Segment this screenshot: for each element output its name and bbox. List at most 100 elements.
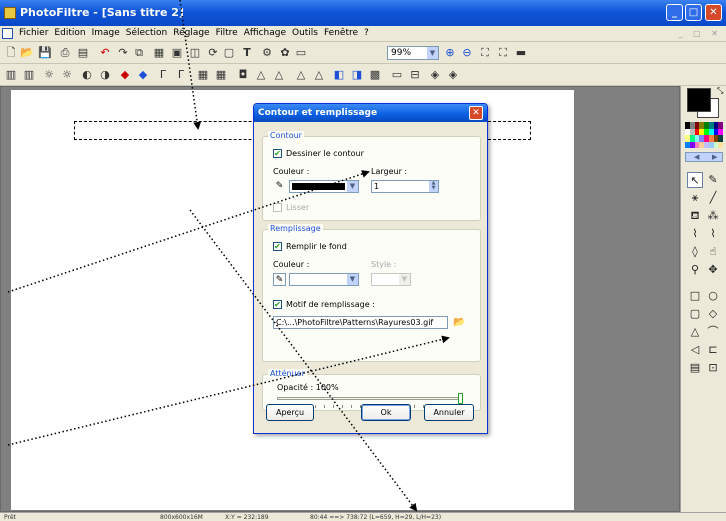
chevron-down-icon[interactable]: ▼	[427, 47, 438, 59]
ok-button[interactable]: Ok	[361, 404, 411, 421]
palette-swatch[interactable]	[718, 141, 723, 148]
contrast-plus-icon[interactable]: ◑	[98, 68, 112, 82]
gamma-minus-icon[interactable]: Γ	[156, 68, 170, 82]
contour-color-select[interactable]: ▼	[289, 180, 359, 193]
soften-icon[interactable]: △	[254, 68, 268, 82]
blur-drop-icon[interactable]: ◊	[687, 244, 703, 260]
color-picker-icon[interactable]: ✎	[705, 172, 721, 188]
plugin-icon[interactable]: ⚙	[260, 46, 274, 60]
dialog-close-button[interactable]: ✕	[469, 106, 483, 120]
eyedropper-icon[interactable]: ✎	[273, 180, 286, 193]
polygon-shape-icon[interactable]: ◁	[687, 342, 703, 358]
menu-edition[interactable]: Edition	[51, 28, 88, 38]
triangle-shape-icon[interactable]: △	[687, 324, 703, 340]
color-swatches[interactable]	[685, 122, 723, 148]
copy-icon[interactable]: ⧉	[132, 46, 146, 60]
fill-background-checkbox[interactable]: ✔	[273, 242, 282, 251]
advanced-brush-icon[interactable]: ⌇	[705, 226, 721, 242]
open-folder-icon[interactable]: 📂	[20, 46, 34, 60]
cancel-button[interactable]: Annuler	[424, 404, 474, 421]
pattern-path-input[interactable]: C:\...\PhotoFiltre\Patterns\Rayures03.gi…	[273, 316, 448, 329]
scan-icon[interactable]: ▤	[76, 46, 90, 60]
print-icon[interactable]: ⎙	[58, 46, 72, 60]
chevron-down-icon[interactable]: ▼	[347, 274, 358, 285]
chevron-down-icon[interactable]: ▼	[347, 181, 358, 192]
canvas-size-icon[interactable]: ◫	[188, 46, 202, 60]
rotate-90-icon[interactable]: ▩	[368, 68, 382, 82]
select-arrow-icon[interactable]: ↖	[687, 172, 703, 188]
fill-bucket-icon[interactable]: ⛾	[687, 208, 703, 224]
folder-open-icon[interactable]: 📂	[453, 316, 466, 329]
actual-size-icon[interactable]: ⛶	[496, 46, 510, 60]
brush-icon[interactable]: ⌇	[687, 226, 703, 242]
close-button[interactable]: ✕	[705, 4, 722, 21]
invert-selection-icon[interactable]: ⊡	[705, 360, 721, 376]
menu-fenetre[interactable]: Fenêtre	[321, 28, 361, 38]
chevron-right-icon[interactable]: ▶	[712, 153, 717, 161]
smooth-checkbox[interactable]	[273, 203, 282, 212]
zoom-select[interactable]: 99% ▼	[387, 46, 439, 60]
window-icon[interactable]: ▭	[294, 46, 308, 60]
draw-contour-checkbox[interactable]: ✔	[273, 149, 282, 158]
sharpen-strong-icon[interactable]: △	[312, 68, 326, 82]
selection-mode-icon[interactable]: ▤	[687, 360, 703, 376]
contour-width-input[interactable]: 1 ▲ ▼	[371, 180, 439, 193]
menu-outils[interactable]: Outils	[289, 28, 321, 38]
pattern-icon[interactable]: ◈	[446, 68, 460, 82]
foreground-color[interactable]	[687, 88, 711, 112]
auto-contrast-icon[interactable]: ▥	[22, 68, 36, 82]
diamond-shape-icon[interactable]: ◇	[705, 306, 721, 322]
stamp-icon[interactable]: ⚲	[687, 262, 703, 278]
magic-wand-icon[interactable]: ⚹	[687, 190, 703, 206]
minimize-button[interactable]: _	[666, 4, 683, 21]
brightness-minus-icon[interactable]: ☼	[42, 68, 56, 82]
menu-image[interactable]: Image	[89, 28, 123, 38]
fit-window-icon[interactable]: ⛶	[478, 46, 492, 60]
chevron-left-icon[interactable]: ◀	[694, 153, 699, 161]
saturation-plus-icon[interactable]: ◆	[136, 68, 150, 82]
sepia-icon[interactable]: ▦	[214, 68, 228, 82]
menu-fichier[interactable]: Fichier	[16, 28, 51, 38]
gradient-icon[interactable]: ◈	[428, 68, 442, 82]
ellipse-shape-icon[interactable]: ○	[705, 288, 721, 304]
contrast-minus-icon[interactable]: ◐	[80, 68, 94, 82]
deform-icon[interactable]: ✥	[705, 262, 721, 278]
spinner-icon[interactable]: ▲ ▼	[429, 181, 438, 192]
save-icon[interactable]: 💾	[38, 46, 52, 60]
image-icon[interactable]: ▦	[152, 46, 166, 60]
sharpen-more-icon[interactable]: △	[294, 68, 308, 82]
zoom-in-icon[interactable]: ⊕	[443, 46, 457, 60]
frame-icon[interactable]: ▢	[222, 46, 236, 60]
fill-pattern-checkbox[interactable]: ✔	[273, 300, 282, 309]
opacity-slider-track[interactable]	[277, 397, 463, 400]
eyedropper-icon[interactable]: ✎	[273, 273, 286, 286]
rotate-icon[interactable]: ⟳	[206, 46, 220, 60]
menu-reglage[interactable]: Réglage	[170, 28, 212, 38]
fill-icon[interactable]: ⊟	[408, 68, 422, 82]
auto-level-icon[interactable]: ▥	[4, 68, 18, 82]
stroke-fill-icon[interactable]: ▭	[390, 68, 404, 82]
opacity-slider-thumb[interactable]	[458, 393, 463, 404]
sharpen-icon[interactable]: △	[272, 68, 286, 82]
menu-affichage[interactable]: Affichage	[241, 28, 289, 38]
flip-vertical-icon[interactable]: ◨	[350, 68, 364, 82]
zoom-out-icon[interactable]: ⊖	[460, 46, 474, 60]
fill-color-select[interactable]: ▼	[289, 273, 359, 286]
palette-scroll[interactable]: ◀ ▶	[685, 152, 723, 162]
new-file-icon[interactable]: 🗋	[4, 46, 18, 60]
open-shape-icon[interactable]: ⊏	[705, 342, 721, 358]
blur-icon[interactable]: ◘	[236, 68, 250, 82]
effects-icon[interactable]: ✿	[278, 46, 292, 60]
mdi-window-buttons[interactable]: _ □ ✕	[679, 29, 722, 38]
grayscale-icon[interactable]: ▦	[196, 68, 210, 82]
finger-icon[interactable]: ☝	[705, 244, 721, 260]
menu-selection[interactable]: Sélection	[123, 28, 170, 38]
spray-icon[interactable]: ⁂	[705, 208, 721, 224]
document-icon[interactable]	[2, 28, 13, 39]
fill-style-select[interactable]: ▼	[371, 273, 411, 286]
saturation-minus-icon[interactable]: ◆	[118, 68, 132, 82]
swap-colors-icon[interactable]: ⤡	[717, 86, 723, 96]
gamma-plus-icon[interactable]: Γ	[174, 68, 188, 82]
chevron-down-icon[interactable]: ▼	[399, 274, 410, 285]
rounded-rect-shape-icon[interactable]: ▢	[687, 306, 703, 322]
